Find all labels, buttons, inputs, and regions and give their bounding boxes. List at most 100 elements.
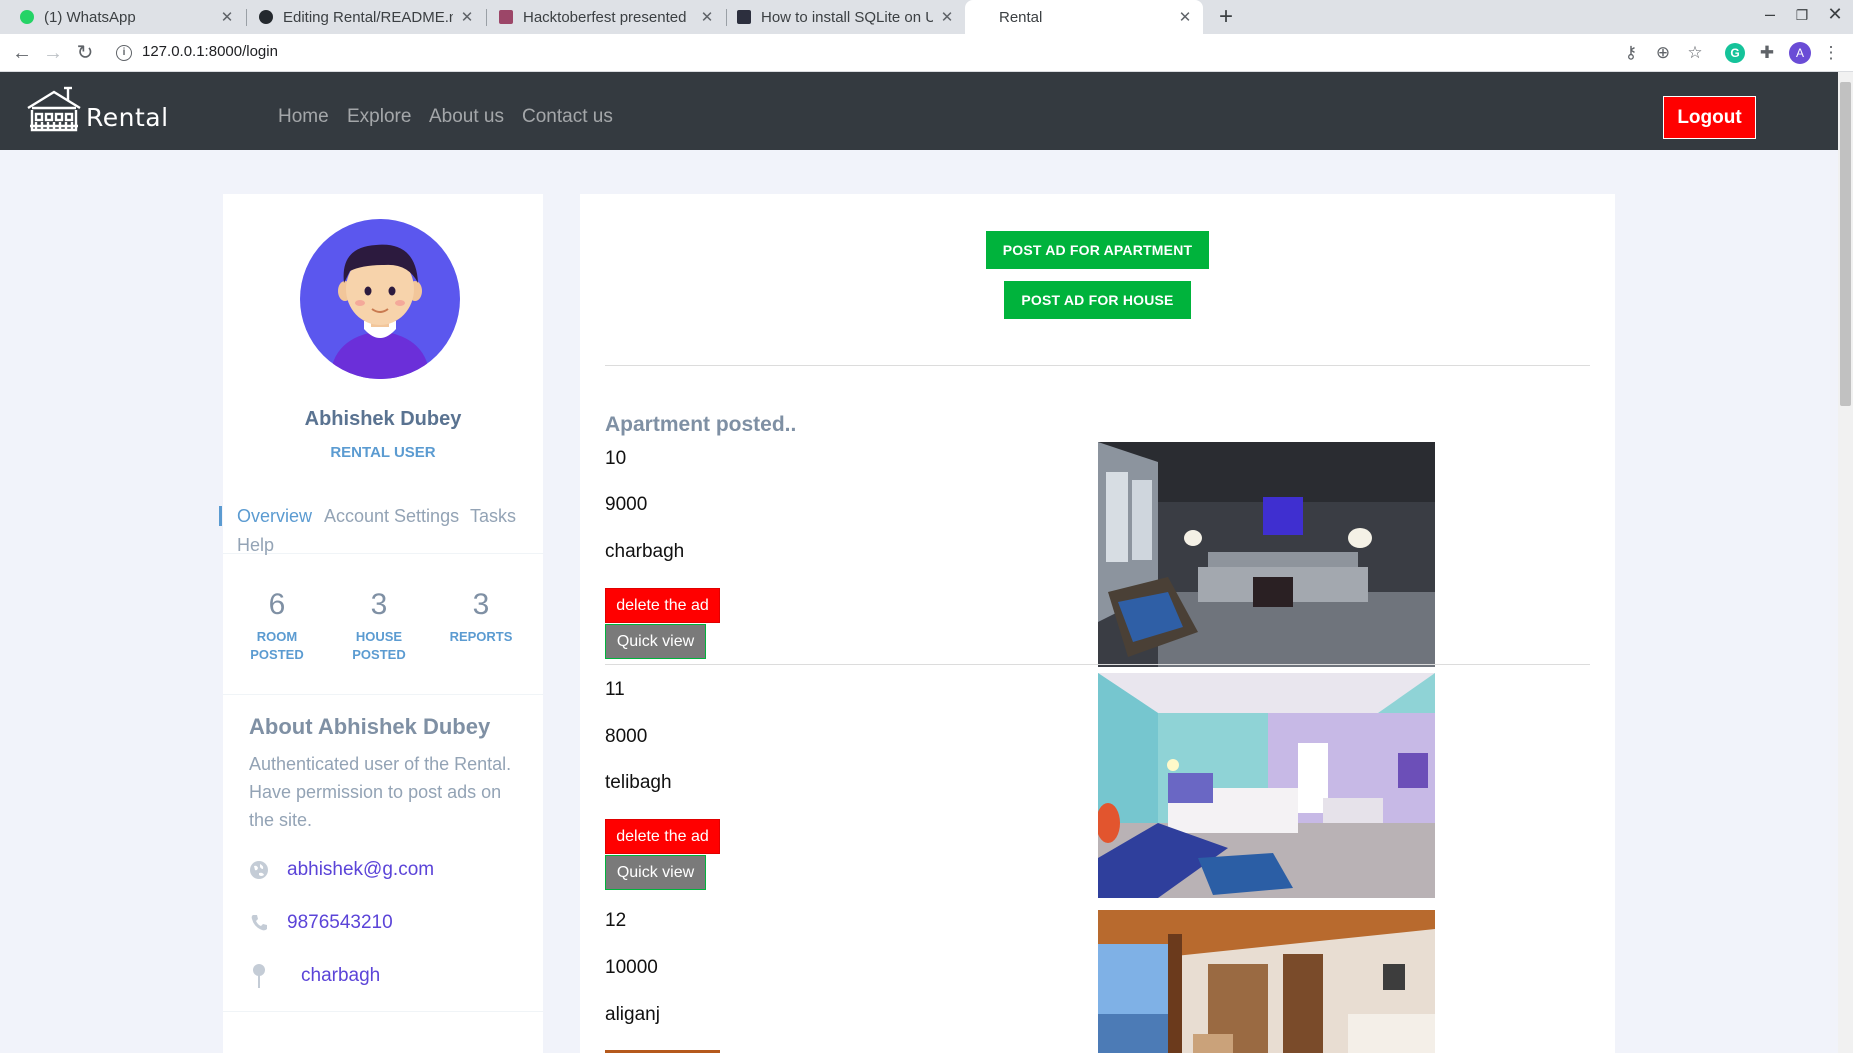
tab-title: How to install SQLite on U xyxy=(761,8,933,26)
browser-tab-rental[interactable]: Rental ✕ xyxy=(965,0,1203,34)
stat-label-line: POSTED xyxy=(352,647,406,662)
site-info-icon[interactable]: i xyxy=(116,45,132,61)
house-logo-icon xyxy=(27,86,81,132)
contact-email: abhishek@g.com xyxy=(247,858,434,882)
nav-link-explore[interactable]: Explore xyxy=(347,106,411,128)
stat-label-line: ROOM xyxy=(256,629,298,644)
active-tab-indicator xyxy=(219,506,222,526)
bookmark-star-icon[interactable]: ☆ xyxy=(1683,41,1707,65)
about-text: Authenticated user of the Rental. Have p… xyxy=(249,754,512,830)
close-icon[interactable]: ✕ xyxy=(939,8,955,26)
url-field[interactable]: 127.0.0.1:8000/login xyxy=(142,43,278,60)
close-icon[interactable]: ✕ xyxy=(219,8,235,26)
location-link[interactable]: charbagh xyxy=(301,965,380,987)
stat-label: ROOM POSTED xyxy=(227,628,327,664)
tab-account-settings[interactable]: Account Settings xyxy=(324,506,459,527)
phone-icon xyxy=(247,911,271,935)
nav-link-contact[interactable]: Contact us xyxy=(522,106,613,128)
back-arrow-icon[interactable]: ← xyxy=(9,40,35,66)
list-item: 11 8000 telibagh delete the ad Quick vie… xyxy=(605,673,1590,898)
browser-tab-github[interactable]: Editing Rental/README.md ✕ xyxy=(247,0,485,34)
menu-kebab-icon[interactable]: ⋮ xyxy=(1819,41,1843,65)
logout-button[interactable]: Logout xyxy=(1663,96,1756,139)
divider xyxy=(605,365,1590,366)
post-house-button[interactable]: POST AD FOR HOUSE xyxy=(1004,281,1191,319)
listing-location: charbagh xyxy=(605,541,685,562)
profile-card: Abhishek Dubey RENTAL USER Overview Acco… xyxy=(219,194,543,1053)
nav-link-home[interactable]: Home xyxy=(278,106,329,128)
close-icon[interactable]: ✕ xyxy=(459,8,475,26)
map-pin-icon xyxy=(247,964,271,988)
stat-label-line: REPORTS xyxy=(449,629,513,644)
key-icon[interactable]: ⚷ xyxy=(1619,41,1643,65)
profile-stats: 6 ROOM POSTED 3 HOUSE POSTED 3 REPORTS xyxy=(223,588,543,678)
divider xyxy=(223,694,543,695)
stat-house-posted: 3 HOUSE POSTED xyxy=(329,588,429,664)
tab-title: Hacktoberfest presented xyxy=(523,8,687,26)
about-title: About Abhishek Dubey xyxy=(249,714,491,739)
new-tab-button[interactable]: + xyxy=(1213,3,1239,31)
listing-price: 10000 xyxy=(605,957,658,978)
extensions-puzzle-icon[interactable]: ✚ xyxy=(1755,41,1779,65)
address-bar: ← → ↻ i 127.0.0.1:8000/login ⚷ ⊕ ☆ G ✚ A… xyxy=(0,34,1853,72)
apartment-photo[interactable] xyxy=(1098,673,1435,898)
browser-tab-whatsapp[interactable]: (1) WhatsApp ✕ xyxy=(0,0,245,34)
contact-location: charbagh xyxy=(247,964,380,988)
tab-title: Editing Rental/README.md xyxy=(283,8,453,26)
stat-value: 3 xyxy=(370,588,388,621)
tab-title: (1) WhatsApp xyxy=(44,8,136,26)
scrollbar-thumb[interactable] xyxy=(1840,82,1851,406)
profile-name: Abhishek Dubey xyxy=(304,408,462,430)
apartment-photo[interactable] xyxy=(1098,442,1435,667)
listing-price: 8000 xyxy=(605,726,648,747)
browser-tab-bar: (1) WhatsApp ✕ Editing Rental/README.md … xyxy=(0,0,1853,34)
quick-view-button[interactable]: Quick view xyxy=(605,624,706,659)
phone-link[interactable]: 9876543210 xyxy=(287,912,393,934)
listing-id: 11 xyxy=(605,679,625,700)
brand-name: Rental xyxy=(86,103,169,132)
minimize-icon[interactable]: – xyxy=(1758,4,1782,25)
nav-link-about[interactable]: About us xyxy=(429,106,504,128)
forward-arrow-icon[interactable]: → xyxy=(40,40,66,66)
email-link[interactable]: abhishek@g.com xyxy=(287,859,434,881)
listing-id: 10 xyxy=(605,448,627,469)
zoom-icon[interactable]: ⊕ xyxy=(1651,41,1675,65)
close-icon[interactable]: ✕ xyxy=(699,8,715,26)
grammarly-extension-icon[interactable]: G xyxy=(1725,43,1745,63)
delete-ad-button[interactable]: delete the ad xyxy=(605,588,720,623)
globe-icon xyxy=(247,858,271,882)
browser-tab-hacktoberfest[interactable]: Hacktoberfest presented ✕ xyxy=(487,0,725,34)
restore-icon[interactable]: ❐ xyxy=(1790,7,1814,24)
list-item: 10 9000 charbagh delete the ad Quick vie… xyxy=(605,442,1590,667)
listing-price: 9000 xyxy=(605,494,648,515)
apartment-photo[interactable] xyxy=(1098,910,1435,1053)
site-navbar: Rental Home Explore About us Contact us … xyxy=(0,72,1838,150)
quick-view-button[interactable]: Quick view xyxy=(605,855,706,890)
list-item: 12 10000 aliganj delete the ad xyxy=(605,910,1590,1053)
stat-label-line: HOUSE xyxy=(355,629,403,644)
reload-icon[interactable]: ↻ xyxy=(72,40,98,66)
profile-avatar[interactable]: A xyxy=(1789,42,1811,64)
divider xyxy=(605,664,1590,665)
tab-help[interactable]: Help xyxy=(237,535,274,556)
brand-logo[interactable]: Rental xyxy=(26,86,169,134)
stat-room-posted: 6 ROOM POSTED xyxy=(227,588,327,664)
stat-label-line: POSTED xyxy=(250,647,304,662)
tab-tasks[interactable]: Tasks xyxy=(470,506,516,527)
page-scrollbar[interactable] xyxy=(1838,72,1853,1053)
close-icon[interactable]: ✕ xyxy=(1177,8,1193,26)
github-icon xyxy=(259,10,273,24)
section-title: Apartment posted.. xyxy=(605,413,797,436)
stat-value: 3 xyxy=(472,588,490,621)
listing-location: aliganj xyxy=(605,1004,660,1025)
post-apartment-button[interactable]: POST AD FOR APARTMENT xyxy=(986,231,1209,269)
page-icon xyxy=(737,10,751,24)
delete-ad-button[interactable]: delete the ad xyxy=(605,819,720,854)
close-window-icon[interactable]: ✕ xyxy=(1823,4,1847,25)
whatsapp-icon xyxy=(20,10,34,24)
divider xyxy=(223,1011,543,1012)
stat-label: REPORTS xyxy=(431,628,531,646)
contact-phone: 9876543210 xyxy=(247,911,393,935)
tab-overview[interactable]: Overview xyxy=(237,506,312,527)
browser-tab-sqlite[interactable]: How to install SQLite on U ✕ xyxy=(727,0,965,34)
